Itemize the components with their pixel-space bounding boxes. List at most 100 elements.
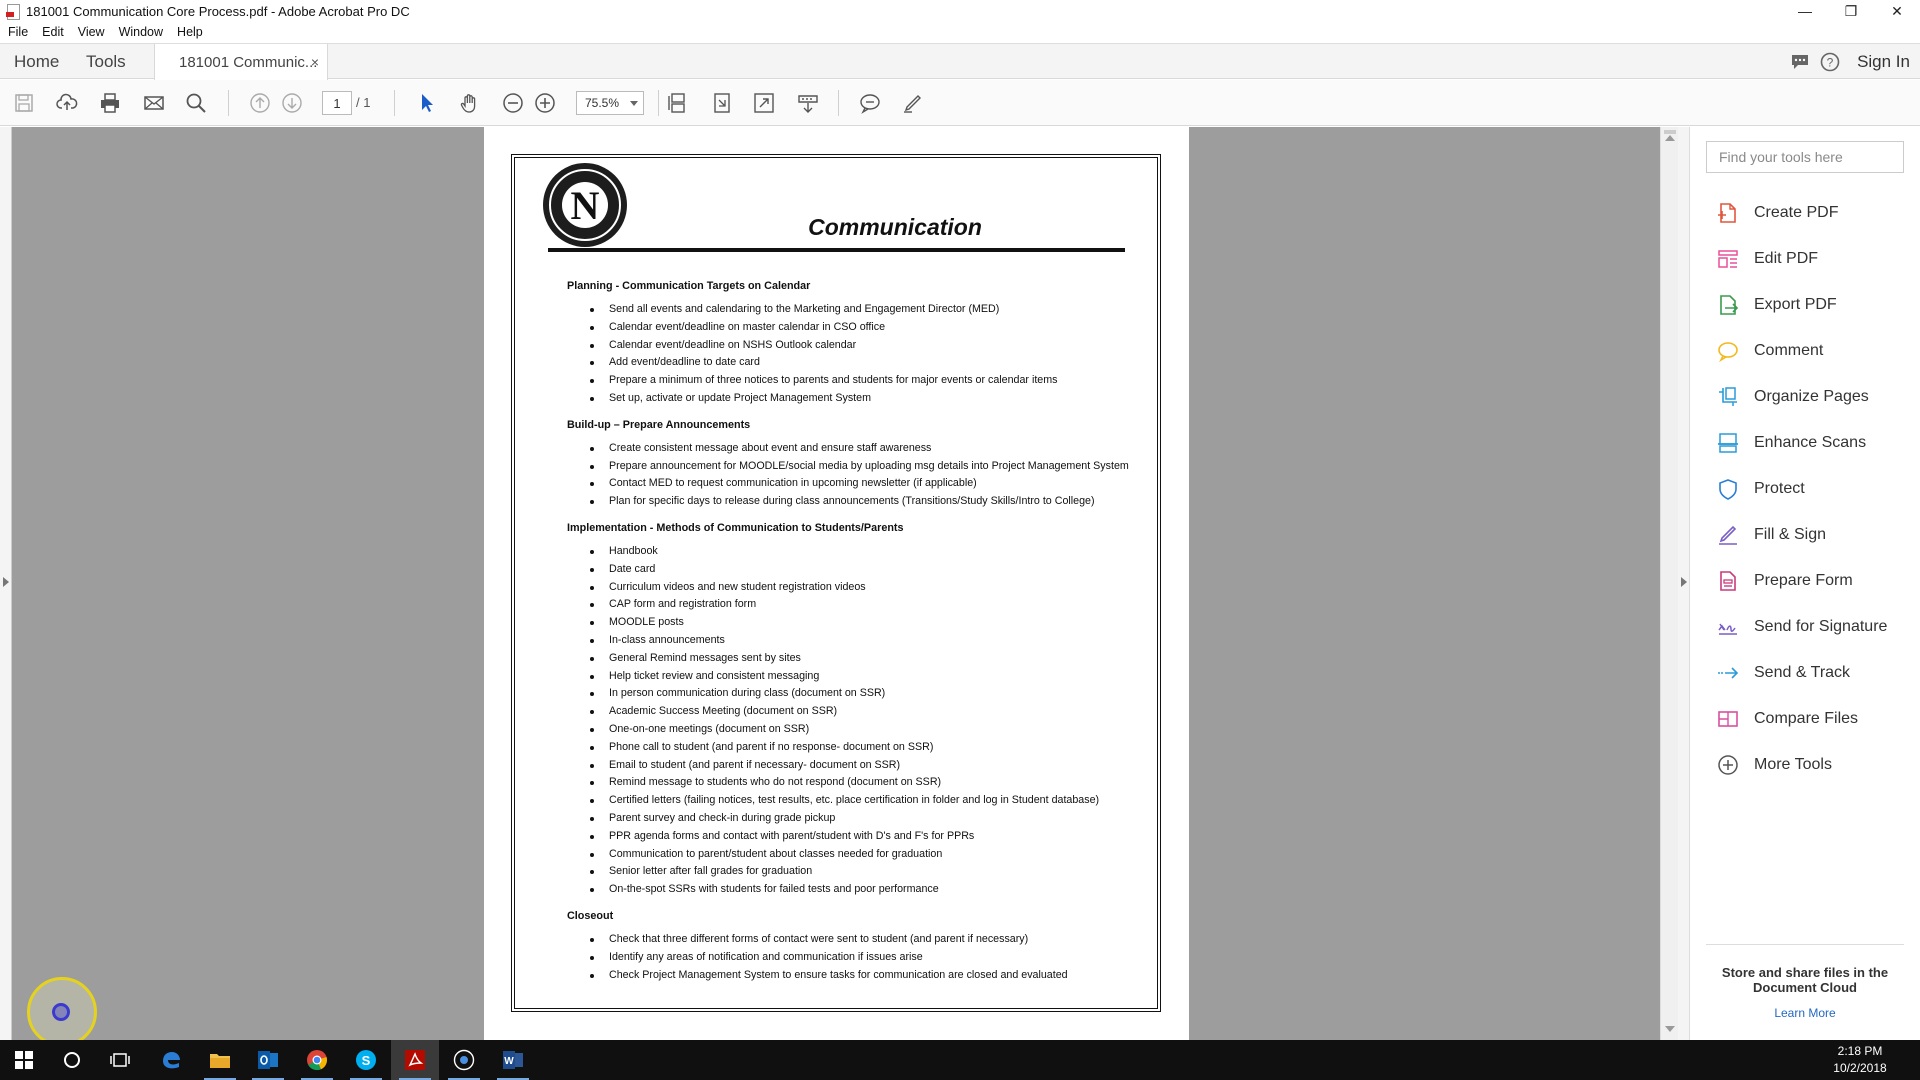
fill-sign-icon [1716, 523, 1740, 547]
scrolling-mode-icon[interactable] [666, 91, 690, 115]
learn-more-link[interactable]: Learn More [1706, 1006, 1904, 1020]
highlight-pen-icon[interactable] [901, 91, 925, 115]
taskbar: S W 2:18 PM 10/2/2018 [0, 1040, 1920, 1080]
close-window-button[interactable]: ✕ [1874, 0, 1920, 22]
list-item: Plan for specific days to release during… [567, 493, 1157, 511]
list-item: Calendar event/deadline on NSHS Outlook … [567, 337, 1157, 355]
header-actions: ? Sign In [1789, 44, 1910, 79]
tool-organize-pages[interactable]: Organize Pages [1716, 383, 1869, 411]
full-screen-icon[interactable] [752, 91, 776, 115]
minimize-button[interactable]: — [1782, 0, 1828, 22]
chevron-down-icon [630, 101, 638, 106]
tool-send-for-signature[interactable]: Send for Signature [1716, 613, 1887, 641]
list-item: Email to student (and parent if necessar… [567, 757, 1157, 775]
mouse-cursor-icon [52, 1003, 70, 1021]
section-heading: Planning - Communication Targets on Cale… [567, 280, 811, 292]
toolbar-separator [394, 90, 395, 116]
tool-more-tools[interactable]: More Tools [1716, 751, 1832, 779]
previous-page-icon[interactable] [248, 91, 272, 115]
task-view-icon[interactable] [96, 1040, 144, 1080]
skype-icon[interactable]: S [342, 1040, 390, 1080]
tool-comment[interactable]: Comment [1716, 337, 1823, 365]
document-content: Planning - Communication Targets on Cale… [567, 280, 1157, 995]
tool-export-pdf[interactable]: Export PDF [1716, 291, 1837, 319]
right-panel-toggle[interactable] [1678, 127, 1690, 1040]
restore-button[interactable]: ❐ [1828, 0, 1874, 22]
outlook-icon[interactable] [244, 1040, 292, 1080]
list-item: Check that three different forms of cont… [567, 931, 1157, 949]
comment-toolbar-icon[interactable] [858, 91, 882, 115]
left-panel-toggle[interactable] [0, 127, 12, 1040]
scroll-down-icon[interactable] [1665, 1026, 1675, 1032]
sign-in-link[interactable]: Sign In [1857, 52, 1910, 72]
search-icon[interactable] [184, 91, 208, 115]
pdf-page: N Communication Planning - Communication… [484, 127, 1189, 1040]
list-item: One-on-one meetings (document on SSR) [567, 721, 1157, 739]
fit-page-icon[interactable] [710, 91, 734, 115]
acrobat-taskbar-icon[interactable] [391, 1040, 439, 1080]
hand-tool-icon[interactable] [458, 91, 482, 115]
system-clock[interactable]: 2:18 PM 10/2/2018 [1820, 1043, 1900, 1077]
email-icon[interactable] [142, 91, 166, 115]
tab-document[interactable]: 181001 Communic... × [154, 44, 328, 80]
file-explorer-icon[interactable] [196, 1040, 244, 1080]
tab-tools[interactable]: Tools [86, 44, 126, 79]
send-signature-icon [1716, 615, 1740, 639]
close-tab-icon[interactable]: × [311, 54, 319, 70]
list-item: Add event/deadline to date card [567, 354, 1157, 372]
help-icon[interactable]: ? [1819, 51, 1841, 73]
word-icon[interactable]: W [489, 1040, 537, 1080]
tool-send-track[interactable]: Send & Track [1716, 659, 1850, 687]
section-heading: Build-up – Prepare Announcements [567, 418, 751, 431]
tool-compare-files[interactable]: Compare Files [1716, 705, 1858, 733]
list-item: MOODLE posts [567, 614, 1157, 632]
list-item: Send all events and calendaring to the M… [567, 301, 1157, 319]
edge-browser-icon[interactable] [147, 1040, 195, 1080]
read-mode-icon[interactable] [796, 91, 820, 115]
print-icon[interactable] [98, 91, 122, 115]
list-item: Date card [567, 561, 1157, 579]
tool-fill-sign[interactable]: Fill & Sign [1716, 521, 1826, 549]
cortana-search-icon[interactable] [48, 1040, 96, 1080]
section-heading: Implementation - Methods of Communicatio… [567, 521, 904, 534]
menu-window[interactable]: Window [119, 25, 163, 39]
menu-help[interactable]: Help [177, 25, 203, 39]
chrome-icon[interactable] [293, 1040, 341, 1080]
list-item: Phone call to student (and parent if no … [567, 739, 1157, 757]
zoom-in-icon[interactable] [533, 91, 557, 115]
page-border: N Communication Planning - Communication… [511, 154, 1161, 1012]
compare-files-icon [1716, 707, 1740, 731]
zoom-out-icon[interactable] [501, 91, 525, 115]
list-item: In person communication during class (do… [567, 685, 1157, 703]
tool-enhance-scans[interactable]: Enhance Scans [1716, 429, 1866, 457]
chat-icon[interactable] [1789, 51, 1811, 73]
tool-prepare-form[interactable]: Prepare Form [1716, 567, 1853, 595]
select-arrow-icon[interactable] [415, 91, 439, 115]
next-page-icon[interactable] [280, 91, 304, 115]
scroll-up-icon[interactable] [1665, 135, 1675, 141]
tool-edit-pdf[interactable]: Edit PDF [1716, 245, 1818, 273]
menu-view[interactable]: View [78, 25, 105, 39]
section-heading: Closeout [567, 909, 614, 922]
scroll-thumb[interactable] [1664, 130, 1676, 134]
export-pdf-icon [1716, 293, 1740, 317]
list-item: Identify any areas of notification and c… [567, 949, 1157, 967]
screen-recorder-icon[interactable] [440, 1040, 488, 1080]
vertical-scrollbar[interactable] [1660, 127, 1678, 1040]
title-divider [548, 248, 1125, 252]
windows-start-icon[interactable] [0, 1040, 48, 1080]
page-number-input[interactable]: 1 [322, 91, 352, 115]
tab-home[interactable]: Home [14, 44, 59, 79]
tools-search-input[interactable]: Find your tools here [1706, 141, 1904, 173]
list-item: General Remind messages sent by sites [567, 650, 1157, 668]
menu-edit[interactable]: Edit [42, 25, 64, 39]
tool-protect[interactable]: Protect [1716, 475, 1805, 503]
menu-file[interactable]: File [8, 25, 28, 39]
create-pdf-icon [1716, 201, 1740, 225]
zoom-select[interactable]: 75.5% [576, 91, 644, 115]
document-title: Communication [808, 214, 982, 240]
cloud-upload-icon[interactable] [55, 91, 79, 115]
save-icon[interactable] [12, 91, 36, 115]
organize-pages-icon [1716, 385, 1740, 409]
tool-create-pdf[interactable]: Create PDF [1716, 199, 1838, 227]
